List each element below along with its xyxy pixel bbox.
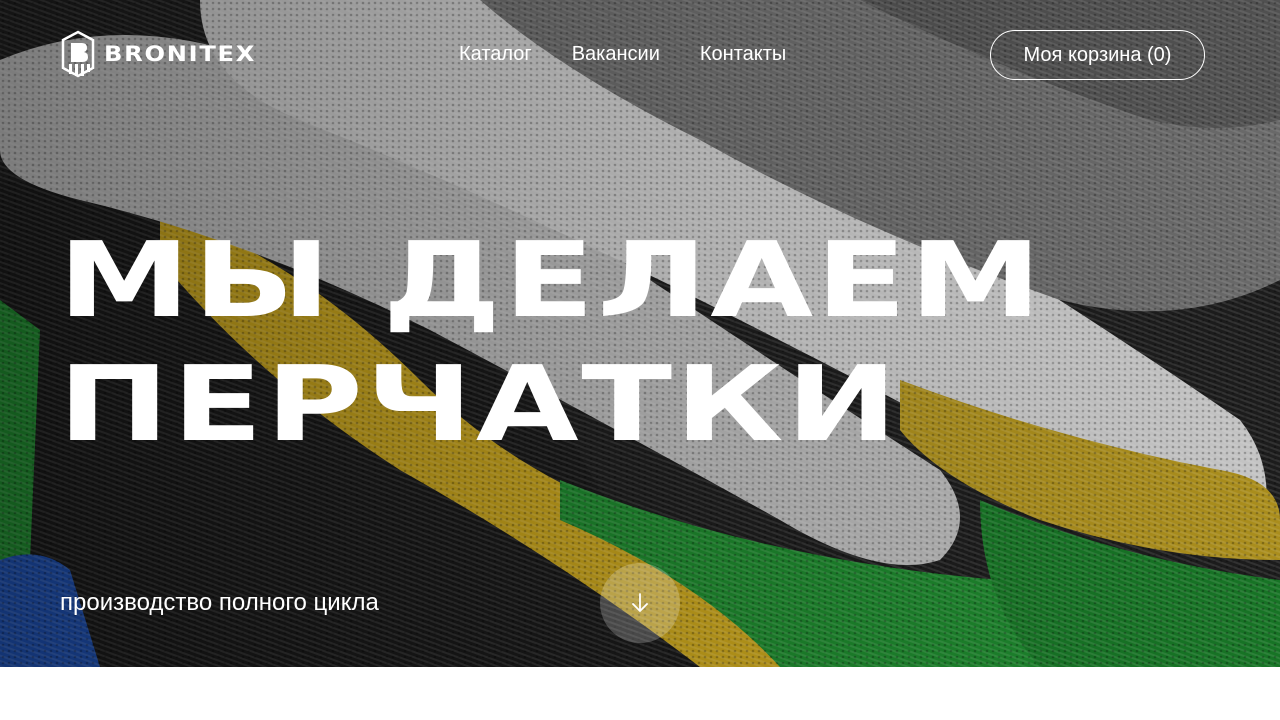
nav-item-vacancies[interactable]: Вакансии — [572, 42, 660, 66]
hero-title-line-1: МЫ ДЕЛАЕМ — [58, 219, 1045, 341]
bronitex-logo-icon — [61, 30, 95, 78]
main-nav: Каталог Вакансии Контакты — [459, 42, 786, 66]
nav-item-catalog[interactable]: Каталог — [459, 42, 532, 66]
scroll-down-button[interactable] — [600, 563, 680, 643]
cart-button[interactable]: Моя корзина (0) — [990, 30, 1205, 80]
brand-name: BRONITEX — [104, 42, 257, 66]
hero-title: МЫ ДЕЛАЕМ ПЕРЧАТКИ — [58, 218, 1044, 466]
hero-subtitle: производство полного цикла — [60, 589, 379, 616]
arrow-down-icon — [632, 593, 648, 612]
hero-title-line-2: ПЕРЧАТКИ — [58, 343, 901, 465]
brand-logo[interactable]: BRONITEX — [60, 30, 254, 78]
hero-section: BRONITEX Каталог Вакансии Контакты Моя к… — [0, 0, 1280, 667]
nav-item-contacts[interactable]: Контакты — [700, 42, 786, 66]
